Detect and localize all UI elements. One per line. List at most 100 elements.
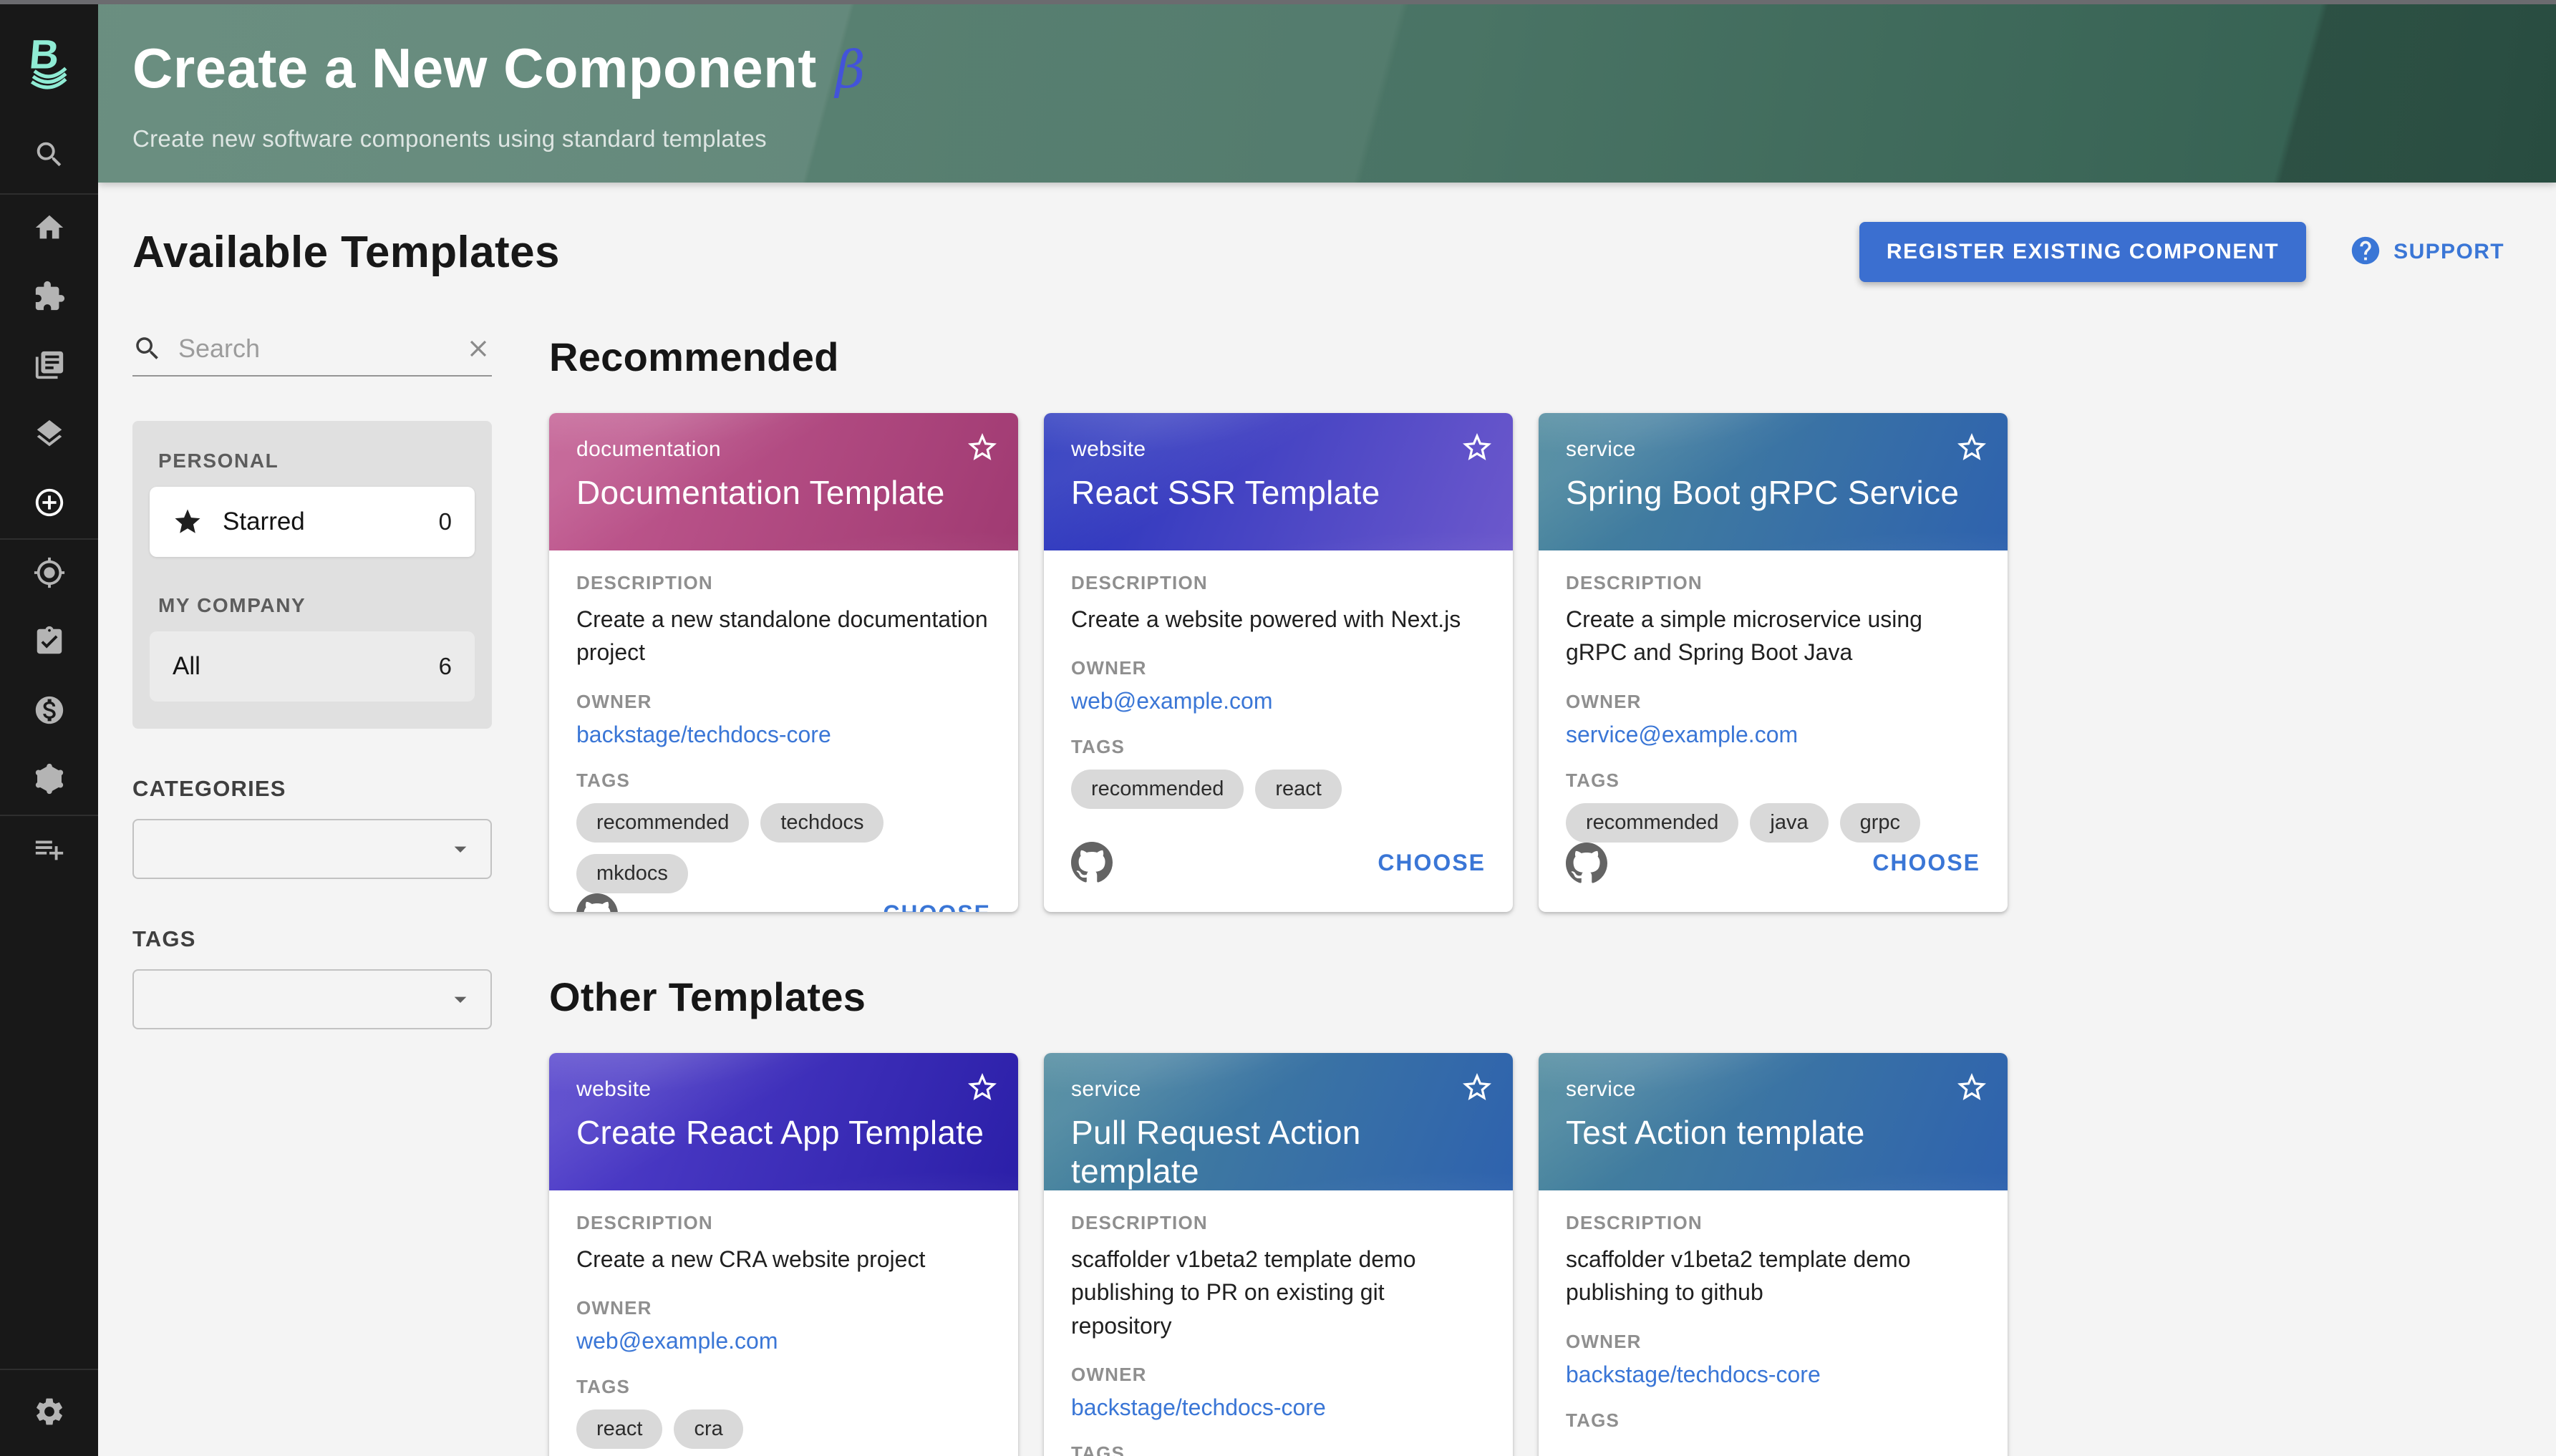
favorite-star-button[interactable] <box>1460 1070 1494 1105</box>
sidebar-item-create[interactable] <box>0 470 98 538</box>
categories-label: CATEGORIES <box>132 776 492 802</box>
sidebar-item-home[interactable] <box>0 195 98 263</box>
tag-chip: techdocs <box>760 803 884 843</box>
card-owner-link[interactable]: backstage/techdocs-core <box>576 722 831 748</box>
register-existing-component-button[interactable]: REGISTER EXISTING COMPONENT <box>1859 222 2306 282</box>
graph-hexagon-icon <box>33 762 66 799</box>
search-input[interactable] <box>178 334 465 364</box>
sidebar-item-docs[interactable] <box>0 332 98 401</box>
star-outline-icon <box>1955 430 1989 465</box>
github-icon <box>1071 842 1113 883</box>
description-label: DESCRIPTION <box>576 572 991 594</box>
tag-chip: mkdocs <box>576 854 688 893</box>
filter-all[interactable]: All 6 <box>150 631 475 702</box>
sidebar-item-register-component[interactable] <box>0 816 98 885</box>
home-icon <box>33 211 66 248</box>
owner-label: OWNER <box>1566 691 1980 713</box>
description-label: DESCRIPTION <box>1071 1212 1486 1234</box>
tags-row: react cra <box>576 1409 991 1449</box>
filter-starred[interactable]: Starred 0 <box>150 487 475 557</box>
ownership-filter-panel: PERSONAL Starred 0 MY COMPANY All 6 <box>132 421 492 729</box>
sidebar-item-tasks[interactable] <box>0 608 98 677</box>
sidebar-item-logo[interactable]: B <box>0 4 98 119</box>
support-button[interactable]: SUPPORT <box>2349 234 2504 271</box>
window-top-strip <box>0 0 2556 4</box>
tags-label: TAGS <box>1071 736 1486 758</box>
template-card: service Spring Boot gRPC Service DESCRIP… <box>1539 413 2008 912</box>
star-outline-icon <box>965 430 999 465</box>
card-header: website React SSR Template <box>1044 413 1513 550</box>
card-owner-link[interactable]: backstage/techdocs-core <box>1566 1362 1821 1388</box>
tag-chip: recommended <box>1071 770 1244 809</box>
card-category: service <box>1071 1077 1486 1102</box>
card-body: DESCRIPTION Create a simple microservice… <box>1539 550 2008 912</box>
card-owner-link[interactable]: web@example.com <box>1071 688 1272 714</box>
tags-select[interactable] <box>132 969 492 1029</box>
card-footer: CHOOSE <box>1071 842 1486 883</box>
sidebar-item-settings[interactable] <box>0 1370 98 1456</box>
card-description: Create a website powered with Next.js <box>1071 603 1486 636</box>
choose-link[interactable]: CHOOSE <box>1872 850 1980 876</box>
clear-search-icon[interactable] <box>465 335 492 362</box>
tag-chip: react <box>576 1409 662 1449</box>
card-category: documentation <box>576 437 991 462</box>
library-books-icon <box>33 349 66 385</box>
sidebar-item-graphiql[interactable] <box>0 746 98 815</box>
card-description: Create a new standalone documentation pr… <box>576 603 991 669</box>
layers-icon <box>33 417 66 454</box>
template-card: website Create React App Template DESCRI… <box>549 1053 1018 1456</box>
card-description: scaffolder v1beta2 template demo publish… <box>1566 1243 1980 1309</box>
card-title: Pull Request Action template <box>1071 1113 1486 1190</box>
tag-chip: cra <box>674 1409 742 1449</box>
card-owner-link[interactable]: service@example.com <box>1566 722 1798 748</box>
favorite-star-button[interactable] <box>1460 430 1494 465</box>
sidebar-item-cost-insights[interactable] <box>0 677 98 746</box>
personal-group-label: PERSONAL <box>158 450 475 472</box>
card-description: Create a new CRA website project <box>576 1243 991 1276</box>
star-outline-icon <box>1460 1070 1494 1105</box>
card-owner-link[interactable]: web@example.com <box>576 1328 778 1354</box>
card-grid: website Create React App Template DESCRI… <box>549 1053 2504 1456</box>
sidebar-item-layers[interactable] <box>0 401 98 470</box>
favorite-star-button[interactable] <box>1955 1070 1989 1105</box>
card-title: React SSR Template <box>1071 473 1486 512</box>
choose-link[interactable]: CHOOSE <box>883 901 991 912</box>
card-title: Documentation Template <box>576 473 991 512</box>
owner-label: OWNER <box>576 1297 991 1319</box>
star-icon <box>173 507 203 537</box>
card-grid: documentation Documentation Template DES… <box>549 413 2504 912</box>
favorite-star-button[interactable] <box>965 430 999 465</box>
chevron-down-icon <box>446 985 475 1014</box>
sidebar-item-search[interactable] <box>0 119 98 193</box>
all-label: All <box>173 652 200 681</box>
tag-chip: java <box>1750 803 1828 843</box>
tags-row <box>1566 1443 1980 1450</box>
github-icon <box>1566 843 1607 884</box>
tags-label: TAGS <box>576 1376 991 1398</box>
tags-label: TAGS <box>1071 1442 1486 1456</box>
choose-link[interactable]: CHOOSE <box>1378 850 1486 876</box>
favorite-star-button[interactable] <box>965 1070 999 1105</box>
card-body: DESCRIPTION Create a website powered wit… <box>1044 550 1513 912</box>
tag-chip: react <box>1255 770 1341 809</box>
target-icon <box>33 556 66 593</box>
star-outline-icon <box>1460 430 1494 465</box>
tags-label: TAGS <box>576 770 991 792</box>
tags-label: TAGS <box>1566 1409 1980 1432</box>
sidebar: B <box>0 4 98 1456</box>
sidebar-item-tech-radar[interactable] <box>0 540 98 608</box>
puzzle-icon <box>33 280 66 316</box>
owner-label: OWNER <box>576 691 991 713</box>
categories-select[interactable] <box>132 819 492 879</box>
backstage-logo-icon: B <box>22 29 77 94</box>
sidebar-item-extensions[interactable] <box>0 263 98 332</box>
card-owner-link[interactable]: backstage/techdocs-core <box>1071 1394 1326 1421</box>
favorite-star-button[interactable] <box>1955 430 1989 465</box>
card-header: documentation Documentation Template <box>549 413 1018 550</box>
content-area: Available Templates REGISTER EXISTING CO… <box>98 183 2556 1456</box>
svg-text:B: B <box>27 31 61 77</box>
starred-label: Starred <box>223 508 305 536</box>
page-title: Create a New Component <box>132 36 817 101</box>
tags-row: recommendedtechdocsmkdocs <box>576 803 991 893</box>
template-section: Other Templates website Create React App… <box>549 974 2504 1456</box>
